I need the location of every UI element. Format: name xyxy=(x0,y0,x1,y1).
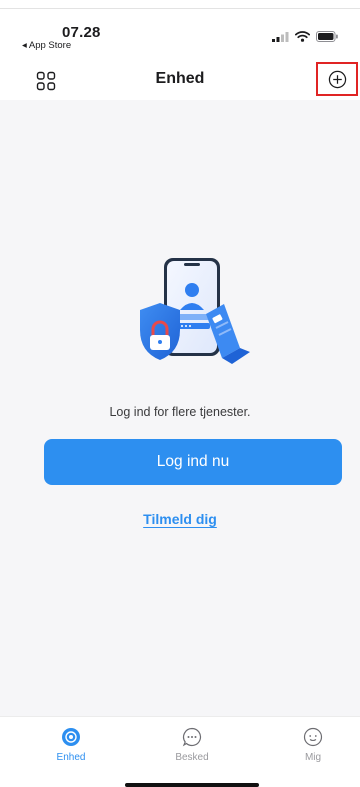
cellular-signal-icon xyxy=(272,31,289,42)
add-icon[interactable] xyxy=(328,70,347,89)
status-icons xyxy=(272,31,338,42)
login-illustration xyxy=(140,258,250,364)
page-title: Enhed xyxy=(155,70,205,87)
back-to-app-store-link[interactable]: ◂ App Store xyxy=(22,40,71,51)
tab-profile[interactable]: Mig xyxy=(278,727,348,763)
nav-bar: Enhed xyxy=(0,54,360,100)
login-button[interactable]: Log ind nu xyxy=(44,439,342,485)
device-icon xyxy=(62,728,80,746)
home-indicator xyxy=(125,783,259,787)
tab-device-label: Enhed xyxy=(56,752,86,763)
add-device-highlight xyxy=(316,62,358,96)
tab-bar: Enhed Besked Mig xyxy=(0,716,360,787)
status-time: 07.28 xyxy=(62,24,101,41)
status-bar: 07.28 ◂ App Store xyxy=(0,0,360,54)
tab-message-label: Besked xyxy=(175,752,209,763)
main-content: Log ind for flere tjenester. Log ind nu … xyxy=(0,100,360,716)
profile-icon xyxy=(303,727,323,747)
message-icon xyxy=(182,727,202,747)
tab-profile-label: Mig xyxy=(304,752,322,763)
battery-icon xyxy=(316,31,338,42)
login-prompt-text: Log ind for flere tjenester. xyxy=(109,405,251,419)
signup-link[interactable]: Tilmeld dig xyxy=(0,511,360,527)
tab-device[interactable]: Enhed xyxy=(36,727,106,763)
tab-message[interactable]: Besked xyxy=(157,727,227,763)
wifi-icon xyxy=(295,31,310,42)
